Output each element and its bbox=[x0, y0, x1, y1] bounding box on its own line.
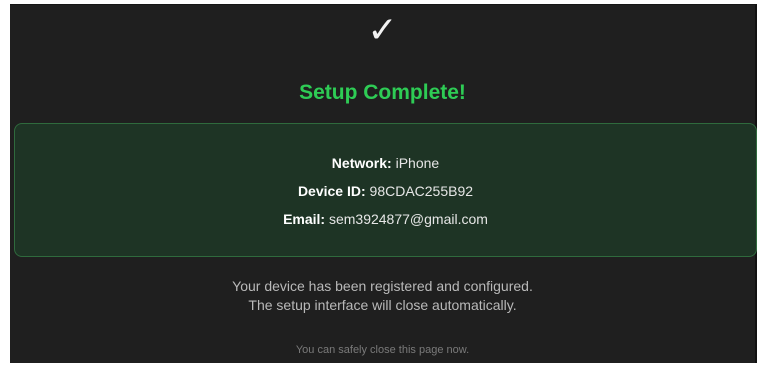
status-message-line-2: The setup interface will close automatic… bbox=[248, 297, 517, 313]
close-page-note: You can safely close this page now. bbox=[295, 344, 470, 356]
device-info-panel: Network: iPhone Device ID: 98CDAC255B92 … bbox=[14, 123, 757, 257]
checkmark-icon: ✓ bbox=[367, 10, 398, 51]
email-row: Email: sem3924877@gmail.com bbox=[15, 209, 756, 229]
network-row: Network: iPhone bbox=[15, 153, 756, 173]
device-id-value: 98CDAC255B92 bbox=[369, 183, 474, 199]
email-value: sem3924877@gmail.com bbox=[328, 211, 488, 227]
status-message: Your device has been registered and conf… bbox=[10, 277, 755, 315]
network-label: Network: bbox=[331, 155, 392, 171]
network-value: iPhone bbox=[395, 155, 440, 171]
setup-complete-page: ✓ Setup Complete! Network: iPhone Device… bbox=[10, 4, 757, 363]
device-id-label: Device ID: bbox=[297, 183, 366, 199]
page-title: Setup Complete! bbox=[299, 81, 466, 104]
email-label: Email: bbox=[283, 211, 326, 227]
device-id-row: Device ID: 98CDAC255B92 bbox=[15, 181, 756, 201]
status-message-line-1: Your device has been registered and conf… bbox=[232, 278, 533, 294]
